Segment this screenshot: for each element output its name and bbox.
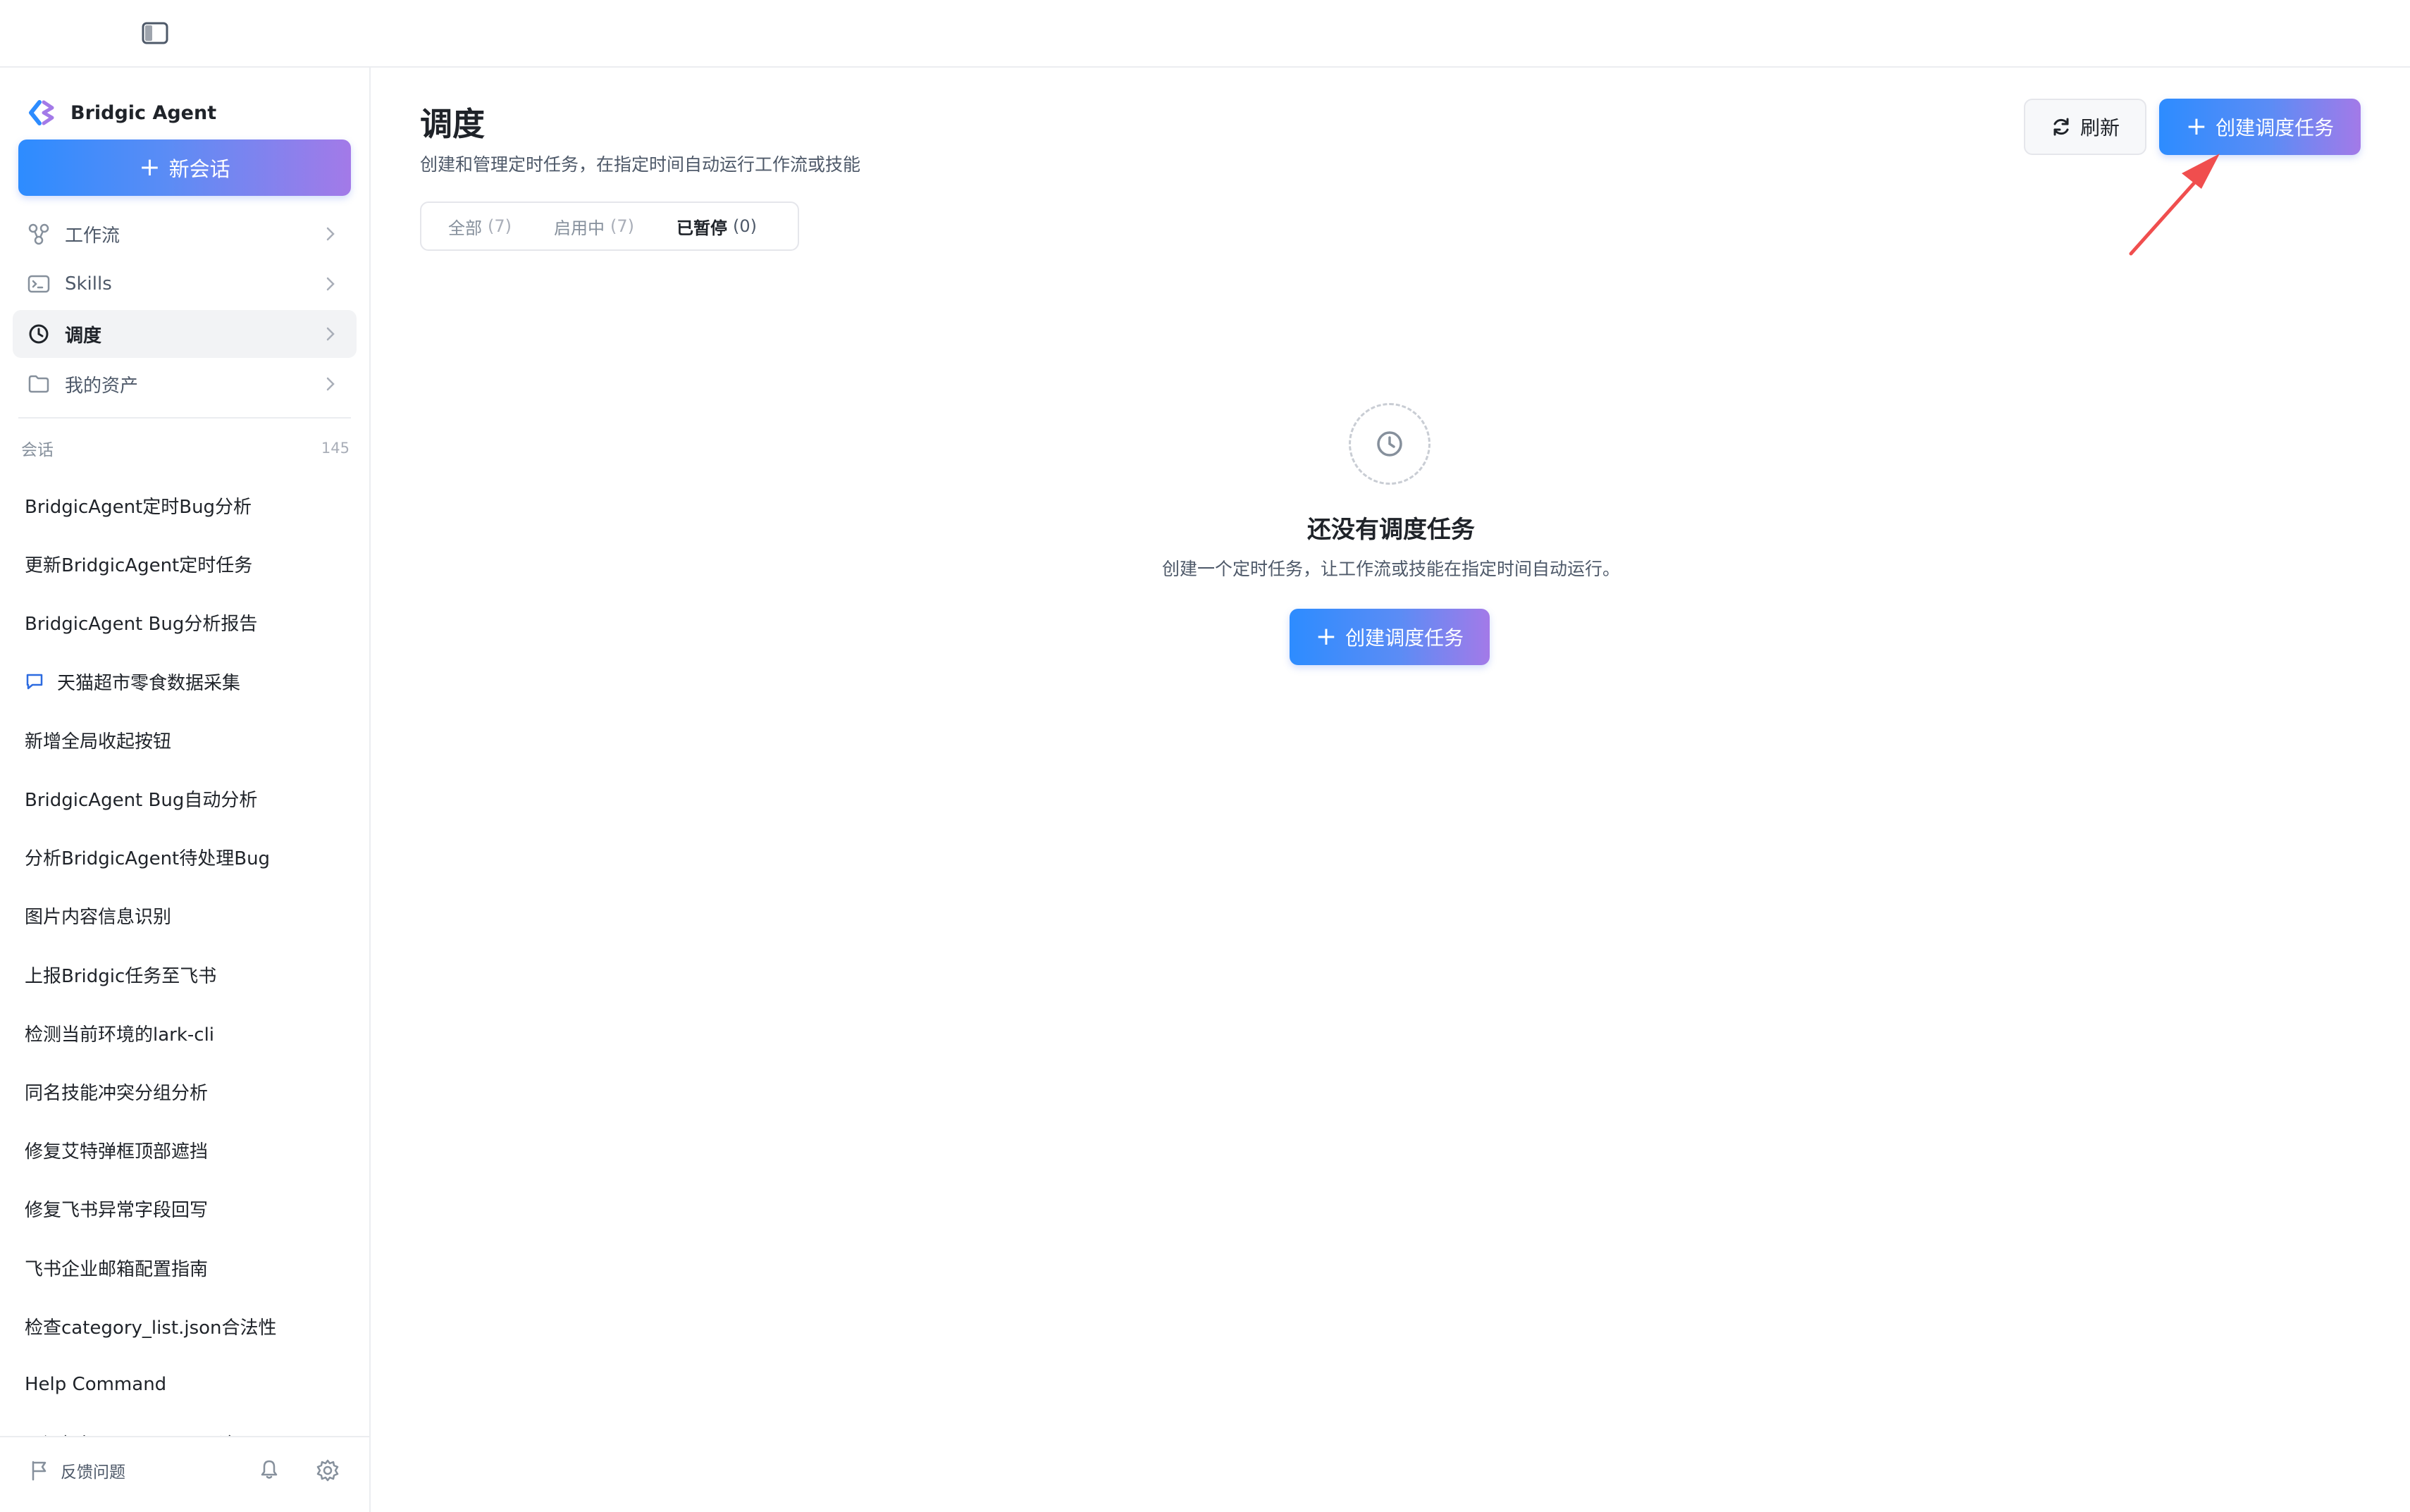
- empty-state-icon: [1349, 403, 1430, 485]
- gear-icon[interactable]: [316, 1458, 340, 1482]
- tab-count: (0): [733, 216, 757, 236]
- chevron-right-icon: [326, 227, 335, 241]
- conversation-title: 同名技能冲突分组分析: [25, 1082, 209, 1104]
- conversation-item[interactable]: 更新BridgicAgent定时任务: [10, 535, 359, 593]
- tab-count: (7): [610, 216, 634, 236]
- conversation-title: 检查category_list.json合法性: [25, 1317, 277, 1339]
- top-bar: [0, 0, 2410, 68]
- conversation-item[interactable]: 修复飞书异常字段回写: [10, 1179, 359, 1238]
- conversation-title: Help Command: [25, 1374, 167, 1396]
- tab-enabled[interactable]: 启用中 (7): [533, 207, 655, 245]
- tab-all[interactable]: 全部 (7): [427, 207, 533, 245]
- sidebar-toggle-icon[interactable]: [141, 21, 169, 45]
- conversation-item[interactable]: 天猫超市零食数据采集: [10, 652, 359, 711]
- empty-create-label: 创建调度任务: [1345, 626, 1464, 650]
- conversation-title: 修复飞书异常字段回写: [25, 1200, 209, 1222]
- conversations-header: 会话 145: [21, 435, 350, 461]
- new-chat-label: 新会话: [168, 157, 230, 181]
- conversation-title: 检测当前环境的lark-cli: [25, 1024, 215, 1046]
- tab-label: 已暂停: [676, 218, 727, 238]
- conversation-title: BridgicAgent Bug自动分析: [25, 790, 258, 812]
- sidebar-item-schedule[interactable]: 调度: [13, 310, 357, 358]
- terminal-icon: [27, 275, 50, 293]
- create-schedule-label: 创建调度任务: [2216, 116, 2335, 140]
- clock-icon: [1377, 431, 1402, 457]
- conversation-item[interactable]: BridgicAgent Bug自动分析: [10, 769, 359, 828]
- sidebar-item-label: Skills: [65, 273, 112, 295]
- create-schedule-button[interactable]: + 创建调度任务: [2159, 99, 2361, 155]
- conversation-title: BridgicAgent定时Bug分析: [25, 497, 252, 519]
- sidebar-item-workflow[interactable]: 工作流: [13, 210, 357, 258]
- refresh-button[interactable]: 刷新: [2024, 99, 2146, 155]
- brand-name: Bridgic Agent: [70, 101, 217, 124]
- conversation-item[interactable]: 上报Bridgic任务至飞书: [10, 946, 359, 1004]
- conversation-item[interactable]: BridgicAgent定时Bug分析: [10, 476, 359, 535]
- refresh-icon: [2053, 118, 2069, 136]
- conversation-item[interactable]: 分析BridgicAgent待处理Bug: [10, 828, 359, 886]
- sidebar-item-label: 工作流: [65, 225, 121, 247]
- tab-label: 启用中: [554, 218, 605, 238]
- conversation-item[interactable]: 飞书企业邮箱配置指南: [10, 1238, 359, 1296]
- conversation-item[interactable]: 图片内容信息识别: [10, 886, 359, 945]
- chat-bubble-icon: [26, 674, 43, 690]
- brand[interactable]: Bridgic Agent: [27, 93, 216, 132]
- sidebar-item-skills[interactable]: Skills: [13, 260, 357, 308]
- conversation-item[interactable]: 修复艾特弹框顶部遮挡: [10, 1121, 359, 1179]
- conversation-title: BridgicAgent Bug分析报告: [25, 614, 258, 636]
- workflow-icon: [28, 223, 49, 245]
- conversation-item[interactable]: 同名技能冲突分组分析: [10, 1062, 359, 1121]
- plus-icon: +: [139, 153, 161, 182]
- conversations-title: 会话: [21, 441, 54, 459]
- empty-create-schedule-button[interactable]: + 创建调度任务: [1290, 609, 1490, 665]
- tab-label: 全部: [448, 218, 482, 238]
- feedback-button[interactable]: 反馈问题: [28, 1458, 125, 1482]
- new-chat-button[interactable]: + 新会话: [18, 140, 351, 196]
- conversation-item[interactable]: 检查category_list.json合法性: [10, 1297, 359, 1356]
- empty-state-title: 还没有调度任务: [1307, 516, 1475, 544]
- conversation-title: 分析BridgicAgent待处理Bug: [25, 848, 271, 870]
- clock-icon: [29, 324, 49, 344]
- sidebar: Bridgic Agent + 新会话 工作流 Skills 调度 我的资产 会…: [0, 68, 371, 1512]
- conversation-item[interactable]: Help Command: [10, 1356, 359, 1414]
- sidebar-item-assets[interactable]: 我的资产: [13, 360, 357, 408]
- plus-icon: +: [2185, 112, 2208, 141]
- chevron-right-icon: [326, 277, 335, 291]
- tab-count: (7): [488, 216, 512, 236]
- bell-icon[interactable]: [258, 1458, 280, 1481]
- conversations-count: 145: [321, 440, 350, 457]
- conversation-list: BridgicAgent定时Bug分析 更新BridgicAgent定时任务 Bri…: [10, 476, 359, 1473]
- conversation-title: 上报Bridgic任务至飞书: [25, 965, 217, 987]
- conversation-item[interactable]: BridgicAgent Bug分析报告: [10, 593, 359, 652]
- sidebar-nav: 工作流 Skills 调度 我的资产: [13, 210, 357, 410]
- conversation-title: 更新BridgicAgent定时任务: [25, 555, 253, 577]
- page-title: 调度: [420, 105, 485, 143]
- sidebar-item-label: 我的资产: [65, 375, 139, 397]
- conversation-title: 修复艾特弹框顶部遮挡: [25, 1141, 209, 1163]
- page-subtitle: 创建和管理定时任务，在指定时间自动运行工作流或技能: [420, 154, 861, 175]
- conversation-title: 图片内容信息识别: [25, 907, 172, 929]
- status-tabs: 全部 (7) 启用中 (7) 已暂停 (0): [420, 202, 799, 251]
- conversation-title: 天猫超市零食数据采集: [57, 672, 241, 694]
- chevron-right-icon: [326, 377, 335, 391]
- bridgic-logo-icon: [29, 100, 54, 125]
- conversation-item[interactable]: 检测当前环境的lark-cli: [10, 1004, 359, 1062]
- conversation-item[interactable]: 新增全局收起按钮: [10, 711, 359, 769]
- sidebar-footer: 反馈问题: [0, 1436, 369, 1512]
- flag-icon: [32, 1461, 47, 1481]
- plus-icon: +: [1315, 622, 1337, 651]
- conversation-title: 新增全局收起按钮: [25, 731, 172, 752]
- sidebar-divider: [18, 417, 351, 419]
- refresh-label: 刷新: [2080, 116, 2120, 140]
- sidebar-item-label: 调度: [65, 325, 102, 347]
- feedback-label: 反馈问题: [61, 1463, 125, 1482]
- main-content: 调度 创建和管理定时任务，在指定时间自动运行工作流或技能 刷新 + 创建调度任务…: [372, 68, 2410, 1512]
- folder-icon: [28, 375, 49, 393]
- tab-paused[interactable]: 已暂停 (0): [655, 207, 778, 245]
- empty-state-description: 创建一个定时任务，让工作流或技能在指定时间自动运行。: [1161, 559, 1620, 579]
- chevron-right-icon: [326, 327, 335, 341]
- conversation-title: 飞书企业邮箱配置指南: [25, 1258, 209, 1280]
